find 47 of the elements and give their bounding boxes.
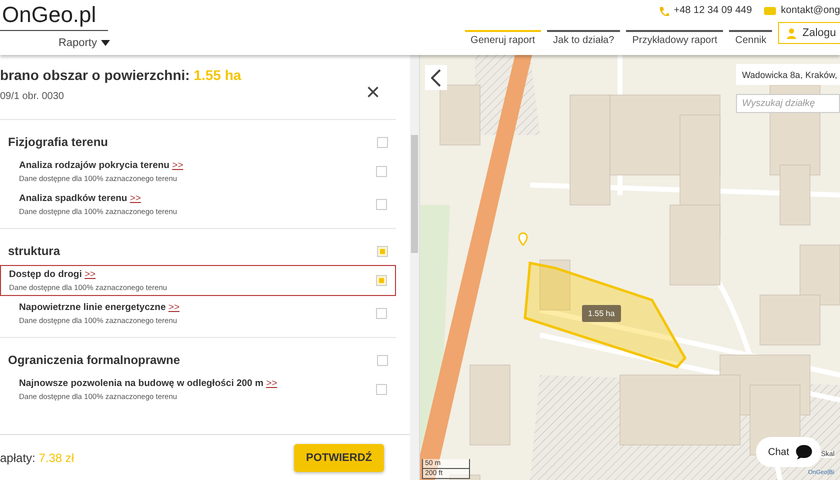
checkbox[interactable] [376,275,387,286]
details-link[interactable]: >> [130,193,141,204]
section-title: struktura [8,244,60,258]
confirm-button[interactable]: POTWIERDŹ [294,444,384,472]
option-title: Najnowsze pozwolenia na budowę w odległości 200 m [19,378,264,389]
details-link[interactable]: >> [168,302,180,313]
option-title: Napowietrzne linie energetyczne [19,302,166,313]
phone-icon [658,6,669,16]
checkbox[interactable] [376,308,387,319]
logo[interactable]: OnGeo.pl [0,0,108,31]
parcel-number: 09/1 obr. 0030 [0,91,65,102]
checkbox[interactable] [376,199,387,210]
area-label: 1.55 ha [582,305,621,322]
details-link[interactable]: >> [172,160,184,171]
option-title: Analiza rodzajów pokrycia terenu [19,160,170,171]
nav-tab[interactable]: Przykładowy raport [626,30,724,47]
phone-number: +48 12 34 09 449 [674,5,752,16]
option-title: Dostęp do drogi [9,269,82,280]
caret-icon [101,40,110,46]
close-button[interactable]: × [366,67,380,119]
checkbox[interactable] [377,246,388,256]
checkbox[interactable] [377,354,388,366]
back-button[interactable] [425,65,447,90]
search-field[interactable]: Wyszukaj działkę [736,94,840,113]
details-link[interactable]: >> [84,269,96,280]
checkbox[interactable] [376,166,387,177]
address-field[interactable]: Wadowicka 8a, Kraków, [736,64,840,85]
speech-bubble-icon [795,444,814,460]
chat-button[interactable]: Chat [756,437,822,467]
chevron-left-icon [431,68,441,86]
user-icon [787,28,796,38]
section-title: Fizjografia terenu [8,135,108,149]
checkbox[interactable] [376,384,387,395]
nav-tab[interactable]: Cennik [729,30,772,47]
details-link[interactable]: >> [266,378,278,389]
panel-title: brano obszar o powierzchni: 1.55 ha [0,67,242,83]
option-title: Analiza spadków terenu [19,193,128,204]
envelope-icon [764,6,776,14]
nav-tab[interactable]: Jak to działa? [547,30,620,47]
login-button[interactable]: Zalogu [778,22,840,44]
scrollbar[interactable] [410,55,419,480]
checkbox[interactable] [377,136,388,148]
nav-tab[interactable]: Generuj raport [464,30,542,47]
reports-menu[interactable]: Raporty [58,37,110,49]
section-title: Ograniczenia formalnoprawne [8,353,180,367]
price-text: apłaty: 7.38 zł [0,450,74,464]
email-address: kontakt@ong [780,5,840,16]
